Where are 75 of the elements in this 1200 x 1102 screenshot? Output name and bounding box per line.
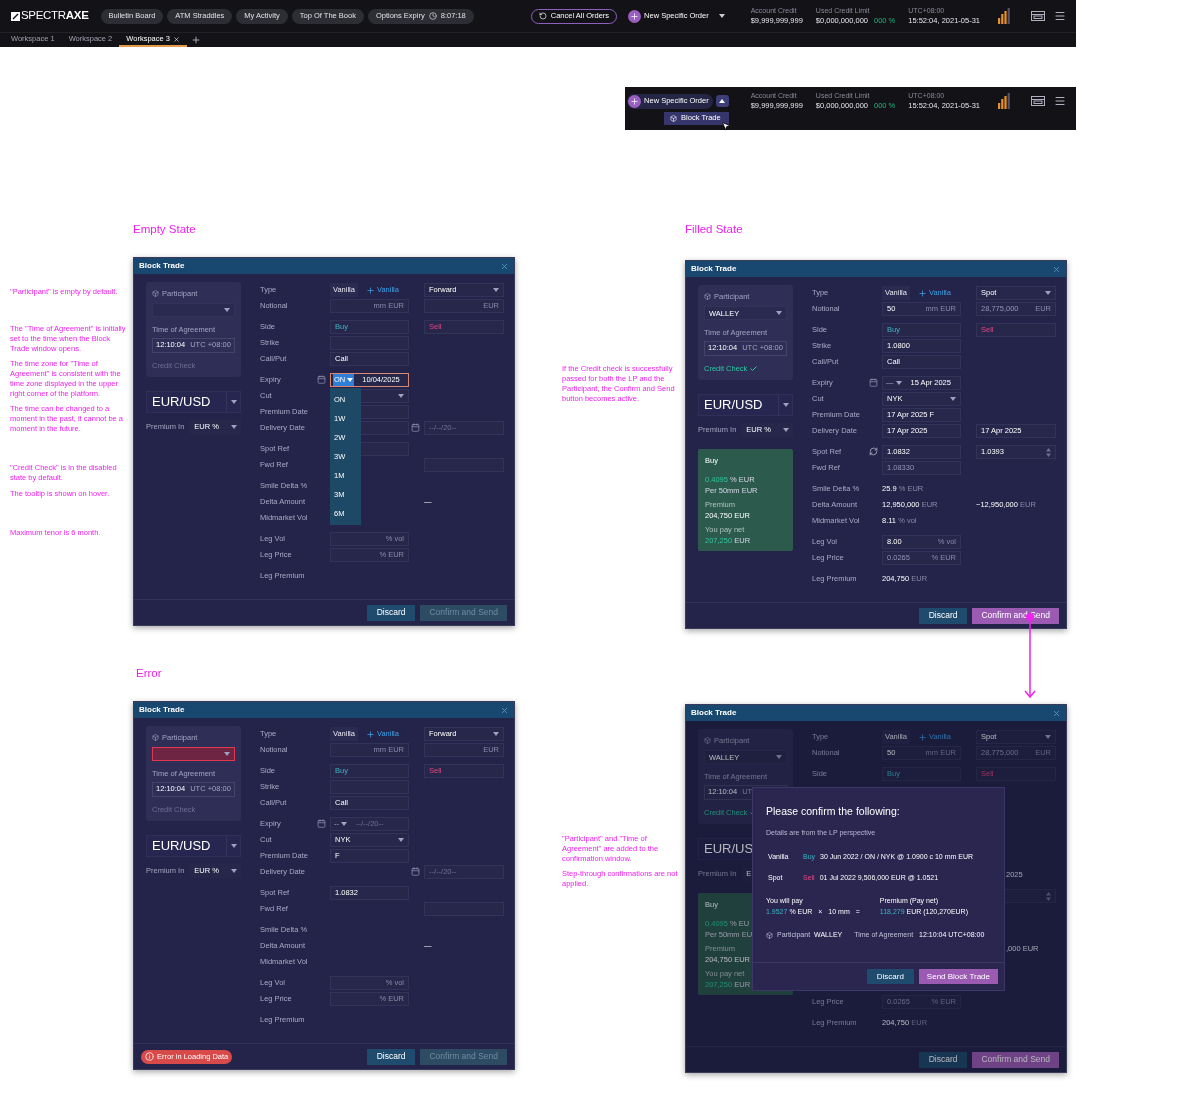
refresh-icon[interactable] [869,447,878,456]
caret-icon [719,14,726,18]
cube-icon [152,734,159,742]
logo: SPECTRAXE [21,8,89,24]
plus-icon [917,288,927,298]
caret-icon [398,838,404,842]
caret-icon [782,402,789,407]
close-icon[interactable] [172,35,180,43]
cube-icon [766,932,773,939]
caret-icon [719,99,726,103]
signal-icon [998,8,1010,24]
cube-icon [152,290,159,298]
check-icon [750,365,758,371]
calendar-icon[interactable] [317,375,326,384]
cube-icon [670,114,678,122]
stepper-icon[interactable] [1046,447,1051,457]
caret-icon [231,424,237,429]
caret-icon [776,311,782,316]
undo-icon [538,12,547,20]
caret-icon [224,752,230,757]
plus-icon [365,285,375,295]
caret-icon [783,427,789,432]
menu-icon[interactable] [1054,95,1066,107]
dialog-title: Please confirm the following: [766,804,901,819]
cursor-icon [720,120,731,131]
section-heading: Error [136,666,162,681]
clock-icon [428,12,437,20]
caret-icon [231,868,237,873]
currency-pair-select[interactable]: EUR/USD [146,834,241,857]
caret-icon [230,843,237,848]
plus-icon [365,729,375,739]
window-title: Block Trade [139,260,185,272]
signal-icon [998,93,1010,109]
caret-icon [950,397,956,401]
layout-icon[interactable] [1031,96,1045,106]
info-icon [145,1052,154,1061]
stepper-icon[interactable] [1046,891,1051,901]
caret-icon [1045,291,1051,295]
calendar-icon[interactable] [411,423,420,432]
calendar-icon[interactable] [411,867,420,876]
caret-icon [341,822,347,826]
participant-select[interactable] [152,747,235,762]
section-heading: Empty State [133,222,196,237]
calendar-icon[interactable] [869,378,878,387]
menu-icon[interactable] [1054,10,1066,22]
caret-icon [776,755,782,760]
confirm-send-button[interactable]: Confirm and Send [972,1051,1059,1068]
currency-pair-select[interactable]: EUR/USD [146,390,241,413]
caret-icon [230,399,237,404]
plus-icon [917,732,927,742]
cube-icon [704,737,711,745]
discard-button[interactable]: Discard [918,607,968,624]
discard-button[interactable]: Discard [866,969,914,984]
caret-icon [895,381,902,385]
window-title: Block Trade [691,263,737,275]
discard-button[interactable]: Discard [918,1051,968,1068]
caret-icon [347,378,354,382]
caret-icon [493,288,499,292]
caret-icon [398,394,404,398]
section-heading: Filled State [685,222,743,237]
calendar-icon[interactable] [317,819,326,828]
discard-button[interactable]: Discard [366,604,416,621]
logo-icon [11,11,20,21]
window-title: Block Trade [691,707,737,719]
currency-pair-select[interactable]: EUR/USD [698,393,793,416]
send-button[interactable]: Send Block Trade [918,969,998,984]
plus-icon [190,35,201,45]
layout-icon[interactable] [1031,11,1045,21]
discard-button[interactable]: Discard [366,1048,416,1065]
caret-icon [224,308,230,313]
order-menu-button[interactable] [715,95,729,107]
caret-icon [493,732,499,736]
window-title: Block Trade [139,704,185,716]
cube-icon [704,293,711,301]
caret-icon [1045,735,1051,739]
